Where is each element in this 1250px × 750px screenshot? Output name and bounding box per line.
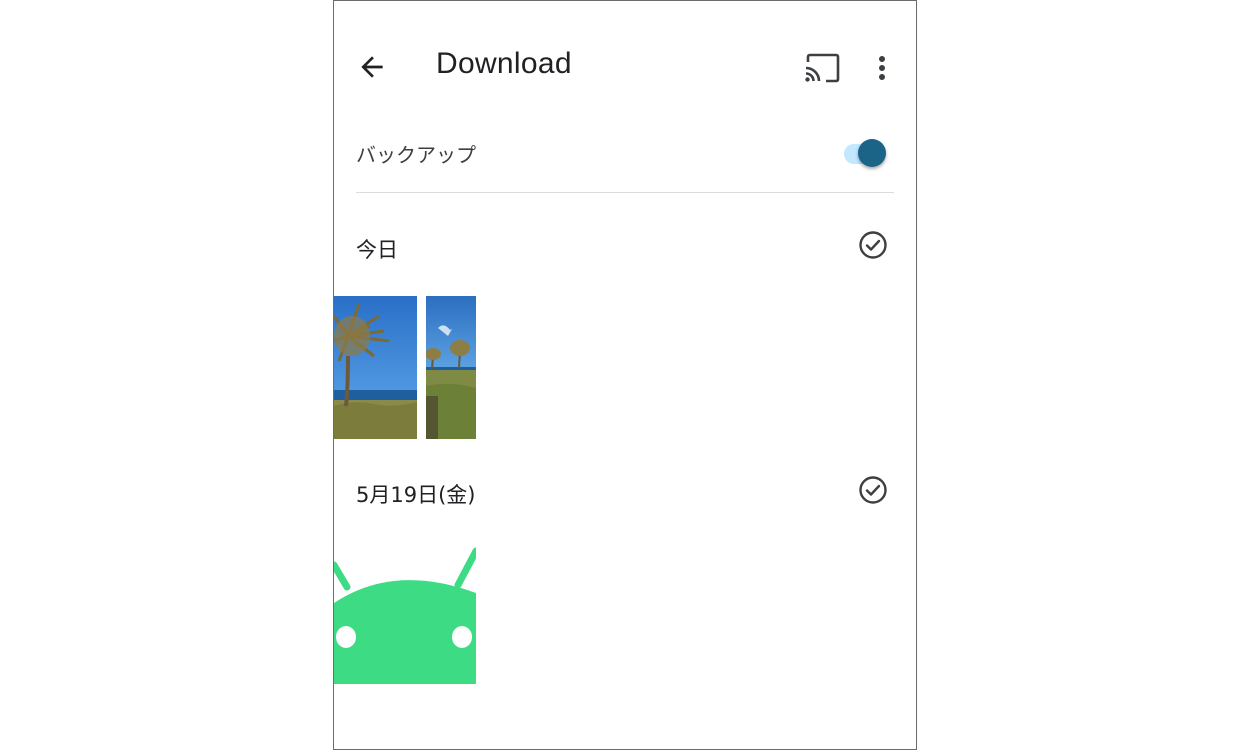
- app-window: Download バックアップ 今日 5月19日(金): [333, 0, 917, 750]
- photo-palm-tree-ocean: [334, 296, 417, 439]
- select-all-today-button[interactable]: [858, 230, 888, 260]
- section-label: 5月19日(金): [356, 483, 476, 507]
- section-header-today: 今日: [356, 230, 894, 270]
- toggle-thumb: [858, 139, 886, 167]
- backup-toggle[interactable]: [842, 139, 890, 169]
- select-all-may-19-button[interactable]: [858, 475, 888, 505]
- photo-thumbnail[interactable]: [334, 296, 417, 439]
- section-label: 今日: [356, 238, 398, 262]
- more-options-button[interactable]: [872, 53, 892, 83]
- backup-row: バックアップ: [356, 131, 894, 191]
- photo-android-robot: [334, 547, 476, 684]
- photo-thumbnail[interactable]: [334, 543, 476, 684]
- more-vert-icon: [879, 56, 885, 80]
- photo-thumbnail[interactable]: [426, 296, 476, 439]
- back-button[interactable]: [356, 51, 388, 83]
- top-app-bar: Download: [334, 1, 916, 131]
- cast-button[interactable]: [804, 53, 840, 83]
- check-circle-icon: [859, 231, 887, 259]
- photo-palm-trees-field: [426, 296, 476, 439]
- cast-icon: [805, 53, 840, 83]
- backup-label: バックアップ: [356, 143, 476, 167]
- page-title: Download: [436, 47, 572, 80]
- divider: [356, 192, 894, 193]
- section-header-may-19: 5月19日(金): [356, 475, 894, 515]
- arrow-back-icon: [361, 56, 383, 78]
- check-circle-icon: [859, 476, 887, 504]
